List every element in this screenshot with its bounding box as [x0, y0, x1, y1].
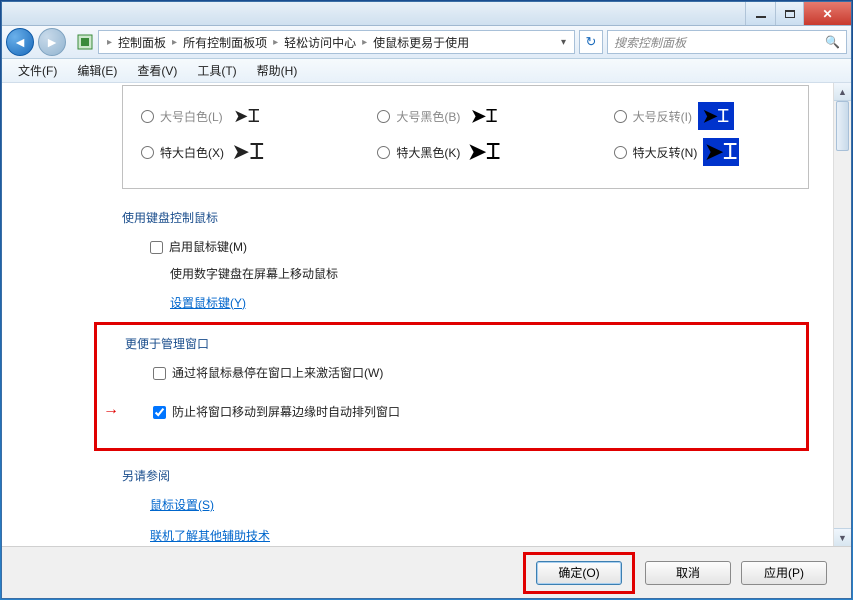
minimize-button[interactable] — [745, 2, 775, 25]
crumb-all-items[interactable]: 所有控制面板项 — [181, 32, 269, 53]
search-placeholder: 搜索控制面板 — [614, 34, 686, 51]
search-icon: 🔍 — [825, 35, 840, 49]
mousekeys-desc: 使用数字键盘在屏幕上移动鼠标 — [170, 263, 809, 286]
vertical-scrollbar[interactable]: ▲ ▼ — [833, 83, 851, 546]
apply-button[interactable]: 应用(P) — [741, 561, 827, 585]
cursor-invert-xl-icon: ➤Ꮖ — [703, 138, 739, 166]
radio-xl-white[interactable] — [141, 146, 154, 159]
content-area: 大号白色(L) ➤Ꮖ 大号黑色(B) ➤Ꮖ 大号反转(I) ➤Ꮖ — [2, 83, 851, 546]
scroll-up-button[interactable]: ▲ — [834, 83, 851, 101]
radio-large-white[interactable] — [141, 110, 154, 123]
close-button[interactable]: ✕ — [803, 2, 851, 25]
prevent-arrange-checkbox[interactable] — [153, 406, 166, 419]
content-scroll: 大号白色(L) ➤Ꮖ 大号黑色(B) ➤Ꮖ 大号反转(I) ➤Ꮖ — [2, 83, 833, 546]
enable-mousekeys-row: 启用鼠标键(M) — [150, 236, 809, 259]
hover-activate-label: 通过将鼠标悬停在窗口上来激活窗口(W) — [172, 362, 383, 385]
breadcrumb[interactable]: ▸ 控制面板 ▸ 所有控制面板项 ▸ 轻松访问中心 ▸ 使鼠标更易于使用 ▾ — [98, 30, 575, 54]
crumb-mouse-easier[interactable]: 使鼠标更易于使用 — [371, 32, 471, 53]
window: ✕ ◄ ► ▸ 控制面板 ▸ 所有控制面板项 ▸ 轻松访问中心 ▸ 使鼠标更易于… — [1, 1, 852, 599]
hover-activate-row: 通过将鼠标悬停在窗口上来激活窗口(W) — [153, 362, 788, 385]
pointer-large-white[interactable]: 大号白色(L) ➤Ꮖ — [141, 102, 317, 130]
chevron-right-icon: ▸ — [172, 37, 177, 48]
pointer-large-invert[interactable]: 大号反转(I) ➤Ꮖ — [614, 102, 790, 130]
cancel-button[interactable]: 取消 — [645, 561, 731, 585]
ok-highlight: 确定(O) — [523, 552, 635, 594]
scroll-thumb[interactable] — [836, 101, 849, 151]
maximize-button[interactable] — [775, 2, 803, 25]
control-panel-icon — [76, 33, 94, 51]
pointer-xl-black[interactable]: 特大黑色(K) ➤Ꮖ — [377, 138, 553, 166]
mouse-settings-link[interactable]: 鼠标设置(S) — [150, 498, 214, 512]
menu-tools[interactable]: 工具(T) — [189, 60, 244, 81]
setup-mousekeys-link[interactable]: 设置鼠标键(Y) — [170, 296, 246, 310]
menu-help[interactable]: 帮助(H) — [249, 60, 306, 81]
menubar: 文件(F) 编辑(E) 查看(V) 工具(T) 帮助(H) — [2, 59, 851, 83]
pointer-size-group: 大号白色(L) ➤Ꮖ 大号黑色(B) ➤Ꮖ 大号反转(I) ➤Ꮖ — [122, 85, 809, 189]
chevron-right-icon: ▸ — [273, 37, 278, 48]
search-input[interactable]: 搜索控制面板 🔍 — [607, 30, 847, 54]
highlighted-section: 更便于管理窗口 通过将鼠标悬停在窗口上来激活窗口(W) 防止将窗口移动到屏幕边缘… — [94, 322, 809, 451]
radio-xl-invert[interactable] — [614, 146, 627, 159]
cursor-invert-icon: ➤Ꮖ — [698, 102, 734, 130]
section-keyboard-mouse: 使用键盘控制鼠标 — [122, 209, 809, 226]
menu-file[interactable]: 文件(F) — [10, 60, 65, 81]
pointer-xl-white[interactable]: 特大白色(X) ➤Ꮖ — [141, 138, 317, 166]
cursor-black-xl-icon: ➤Ꮖ — [466, 138, 502, 166]
section-see-also: 另请参阅 — [122, 467, 809, 484]
prevent-arrange-row: 防止将窗口移动到屏幕边缘时自动排列窗口 — [153, 401, 788, 424]
assistive-tech-link[interactable]: 联机了解其他辅助技术 — [150, 529, 270, 543]
menu-view[interactable]: 查看(V) — [129, 60, 185, 81]
ok-button[interactable]: 确定(O) — [536, 561, 622, 585]
dialog-footer: 确定(O) 取消 应用(P) — [2, 546, 851, 598]
breadcrumb-dropdown-icon[interactable]: ▾ — [557, 37, 570, 48]
refresh-button[interactable]: ↻ — [579, 30, 603, 54]
pointer-large-black[interactable]: 大号黑色(B) ➤Ꮖ — [377, 102, 553, 130]
nav-back-button[interactable]: ◄ — [6, 28, 34, 56]
crumb-ease-of-access[interactable]: 轻松访问中心 — [282, 32, 358, 53]
scroll-down-button[interactable]: ▼ — [834, 528, 851, 546]
cursor-black-icon: ➤Ꮖ — [466, 102, 502, 130]
enable-mousekeys-label: 启用鼠标键(M) — [169, 236, 247, 259]
enable-mousekeys-checkbox[interactable] — [150, 241, 163, 254]
nav-forward-button[interactable]: ► — [38, 28, 66, 56]
radio-large-black[interactable] — [377, 110, 390, 123]
navbar: ◄ ► ▸ 控制面板 ▸ 所有控制面板项 ▸ 轻松访问中心 ▸ 使鼠标更易于使用… — [2, 26, 851, 59]
red-arrow-annotation — [103, 401, 119, 419]
chevron-right-icon: ▸ — [107, 37, 112, 48]
menu-edit[interactable]: 编辑(E) — [69, 60, 125, 81]
chevron-right-icon: ▸ — [362, 37, 367, 48]
cursor-white-icon: ➤Ꮖ — [229, 102, 265, 130]
section-manage-windows: 更便于管理窗口 — [125, 335, 788, 352]
hover-activate-checkbox[interactable] — [153, 367, 166, 380]
radio-xl-black[interactable] — [377, 146, 390, 159]
titlebar: ✕ — [2, 2, 851, 26]
prevent-arrange-label: 防止将窗口移动到屏幕边缘时自动排列窗口 — [172, 401, 400, 424]
radio-large-invert[interactable] — [614, 110, 627, 123]
pointer-xl-invert[interactable]: 特大反转(N) ➤Ꮖ — [614, 138, 790, 166]
cursor-white-xl-icon: ➤Ꮖ — [230, 138, 266, 166]
crumb-control-panel[interactable]: 控制面板 — [116, 32, 168, 53]
